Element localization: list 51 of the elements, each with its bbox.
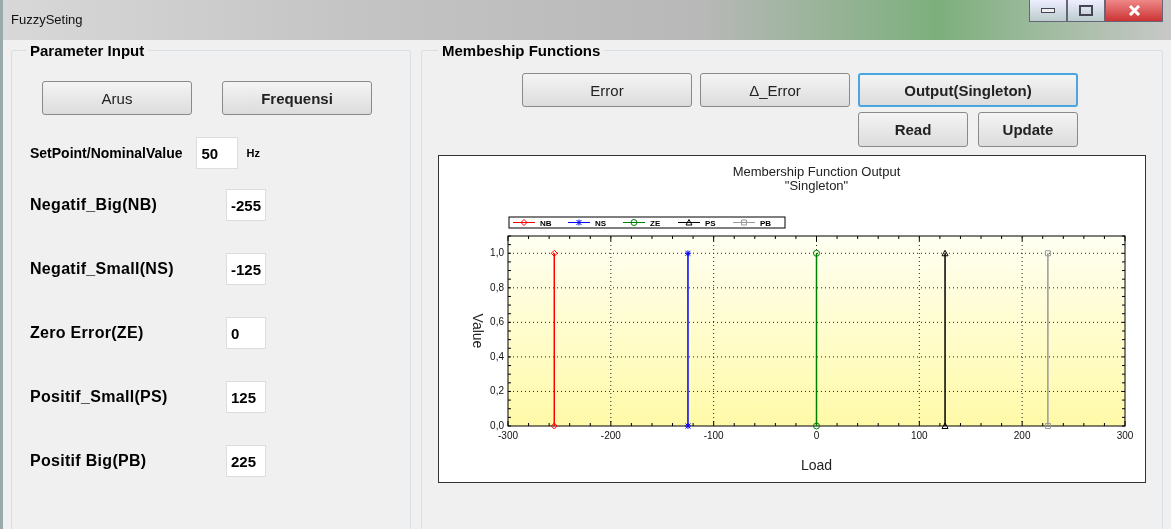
x-axis-label: Load — [800, 457, 833, 473]
value-field[interactable]: 225 — [226, 445, 266, 477]
action-button[interactable]: Update — [978, 112, 1078, 147]
x-tick-label: -200 — [600, 430, 621, 441]
field-label: Zero Error(ZE) — [30, 324, 145, 342]
unit-label: Hz — [246, 147, 260, 159]
maximize-button[interactable] — [1067, 0, 1105, 22]
maximize-icon — [1079, 5, 1093, 16]
setpoint-label: SetPoint/NominalValue — [30, 145, 183, 161]
field-label: Negatif_Big(NB) — [30, 196, 159, 214]
x-tick-label: 0 — [813, 430, 820, 441]
value-field[interactable]: -255 — [226, 189, 266, 221]
setpoint-field[interactable]: 50 — [196, 137, 239, 169]
close-icon — [1127, 5, 1141, 16]
legend-label: PS — [705, 219, 717, 228]
x-tick-label: 300 — [1116, 430, 1134, 441]
y-axis-label: Value — [470, 313, 486, 349]
legend-label: ZE — [650, 219, 661, 228]
window-title: FuzzySeting — [11, 12, 83, 27]
mode-button[interactable]: Frequensi — [222, 81, 372, 115]
action-button[interactable]: Read — [858, 112, 968, 147]
value-field[interactable]: 0 — [226, 317, 266, 349]
chart-title: Membership Function Output — [732, 164, 901, 179]
group-title: Membeship Functions — [441, 42, 602, 59]
y-tick-label: 0,8 — [490, 281, 504, 293]
field-label: Positif_Small(PS) — [30, 388, 169, 406]
minimize-button[interactable] — [1029, 0, 1067, 22]
value-field[interactable]: 125 — [226, 381, 266, 413]
field-label: Negatif_Small(NS) — [30, 260, 175, 278]
legend-label: NS — [595, 219, 607, 228]
function-tab[interactable]: Δ_Error — [700, 73, 850, 107]
minimize-icon — [1041, 7, 1055, 14]
y-tick-label: 0,2 — [490, 385, 504, 397]
x-tick-label: 100 — [911, 430, 928, 441]
y-tick-label: 1,0 — [490, 247, 504, 259]
x-tick-label: -100 — [703, 430, 724, 441]
y-tick-label: 0,6 — [490, 316, 504, 328]
close-button[interactable] — [1105, 0, 1163, 22]
group-title: Parameter Input — [29, 42, 146, 59]
mode-button[interactable]: Arus — [42, 81, 192, 115]
field-label: Positif Big(PB) — [30, 452, 148, 470]
value-field[interactable]: -125 — [226, 253, 266, 285]
y-tick-label: 0,0 — [490, 420, 504, 431]
legend-label: NB — [540, 219, 552, 228]
x-tick-label: -300 — [498, 430, 518, 441]
legend-label: PB — [760, 219, 772, 228]
x-tick-label: 200 — [1013, 430, 1031, 441]
function-tab[interactable]: Error — [522, 73, 692, 107]
chart-title: "Singleton" — [784, 178, 849, 193]
y-tick-label: 0,4 — [490, 350, 504, 362]
function-tab[interactable]: Output(Singleton) — [858, 73, 1078, 107]
